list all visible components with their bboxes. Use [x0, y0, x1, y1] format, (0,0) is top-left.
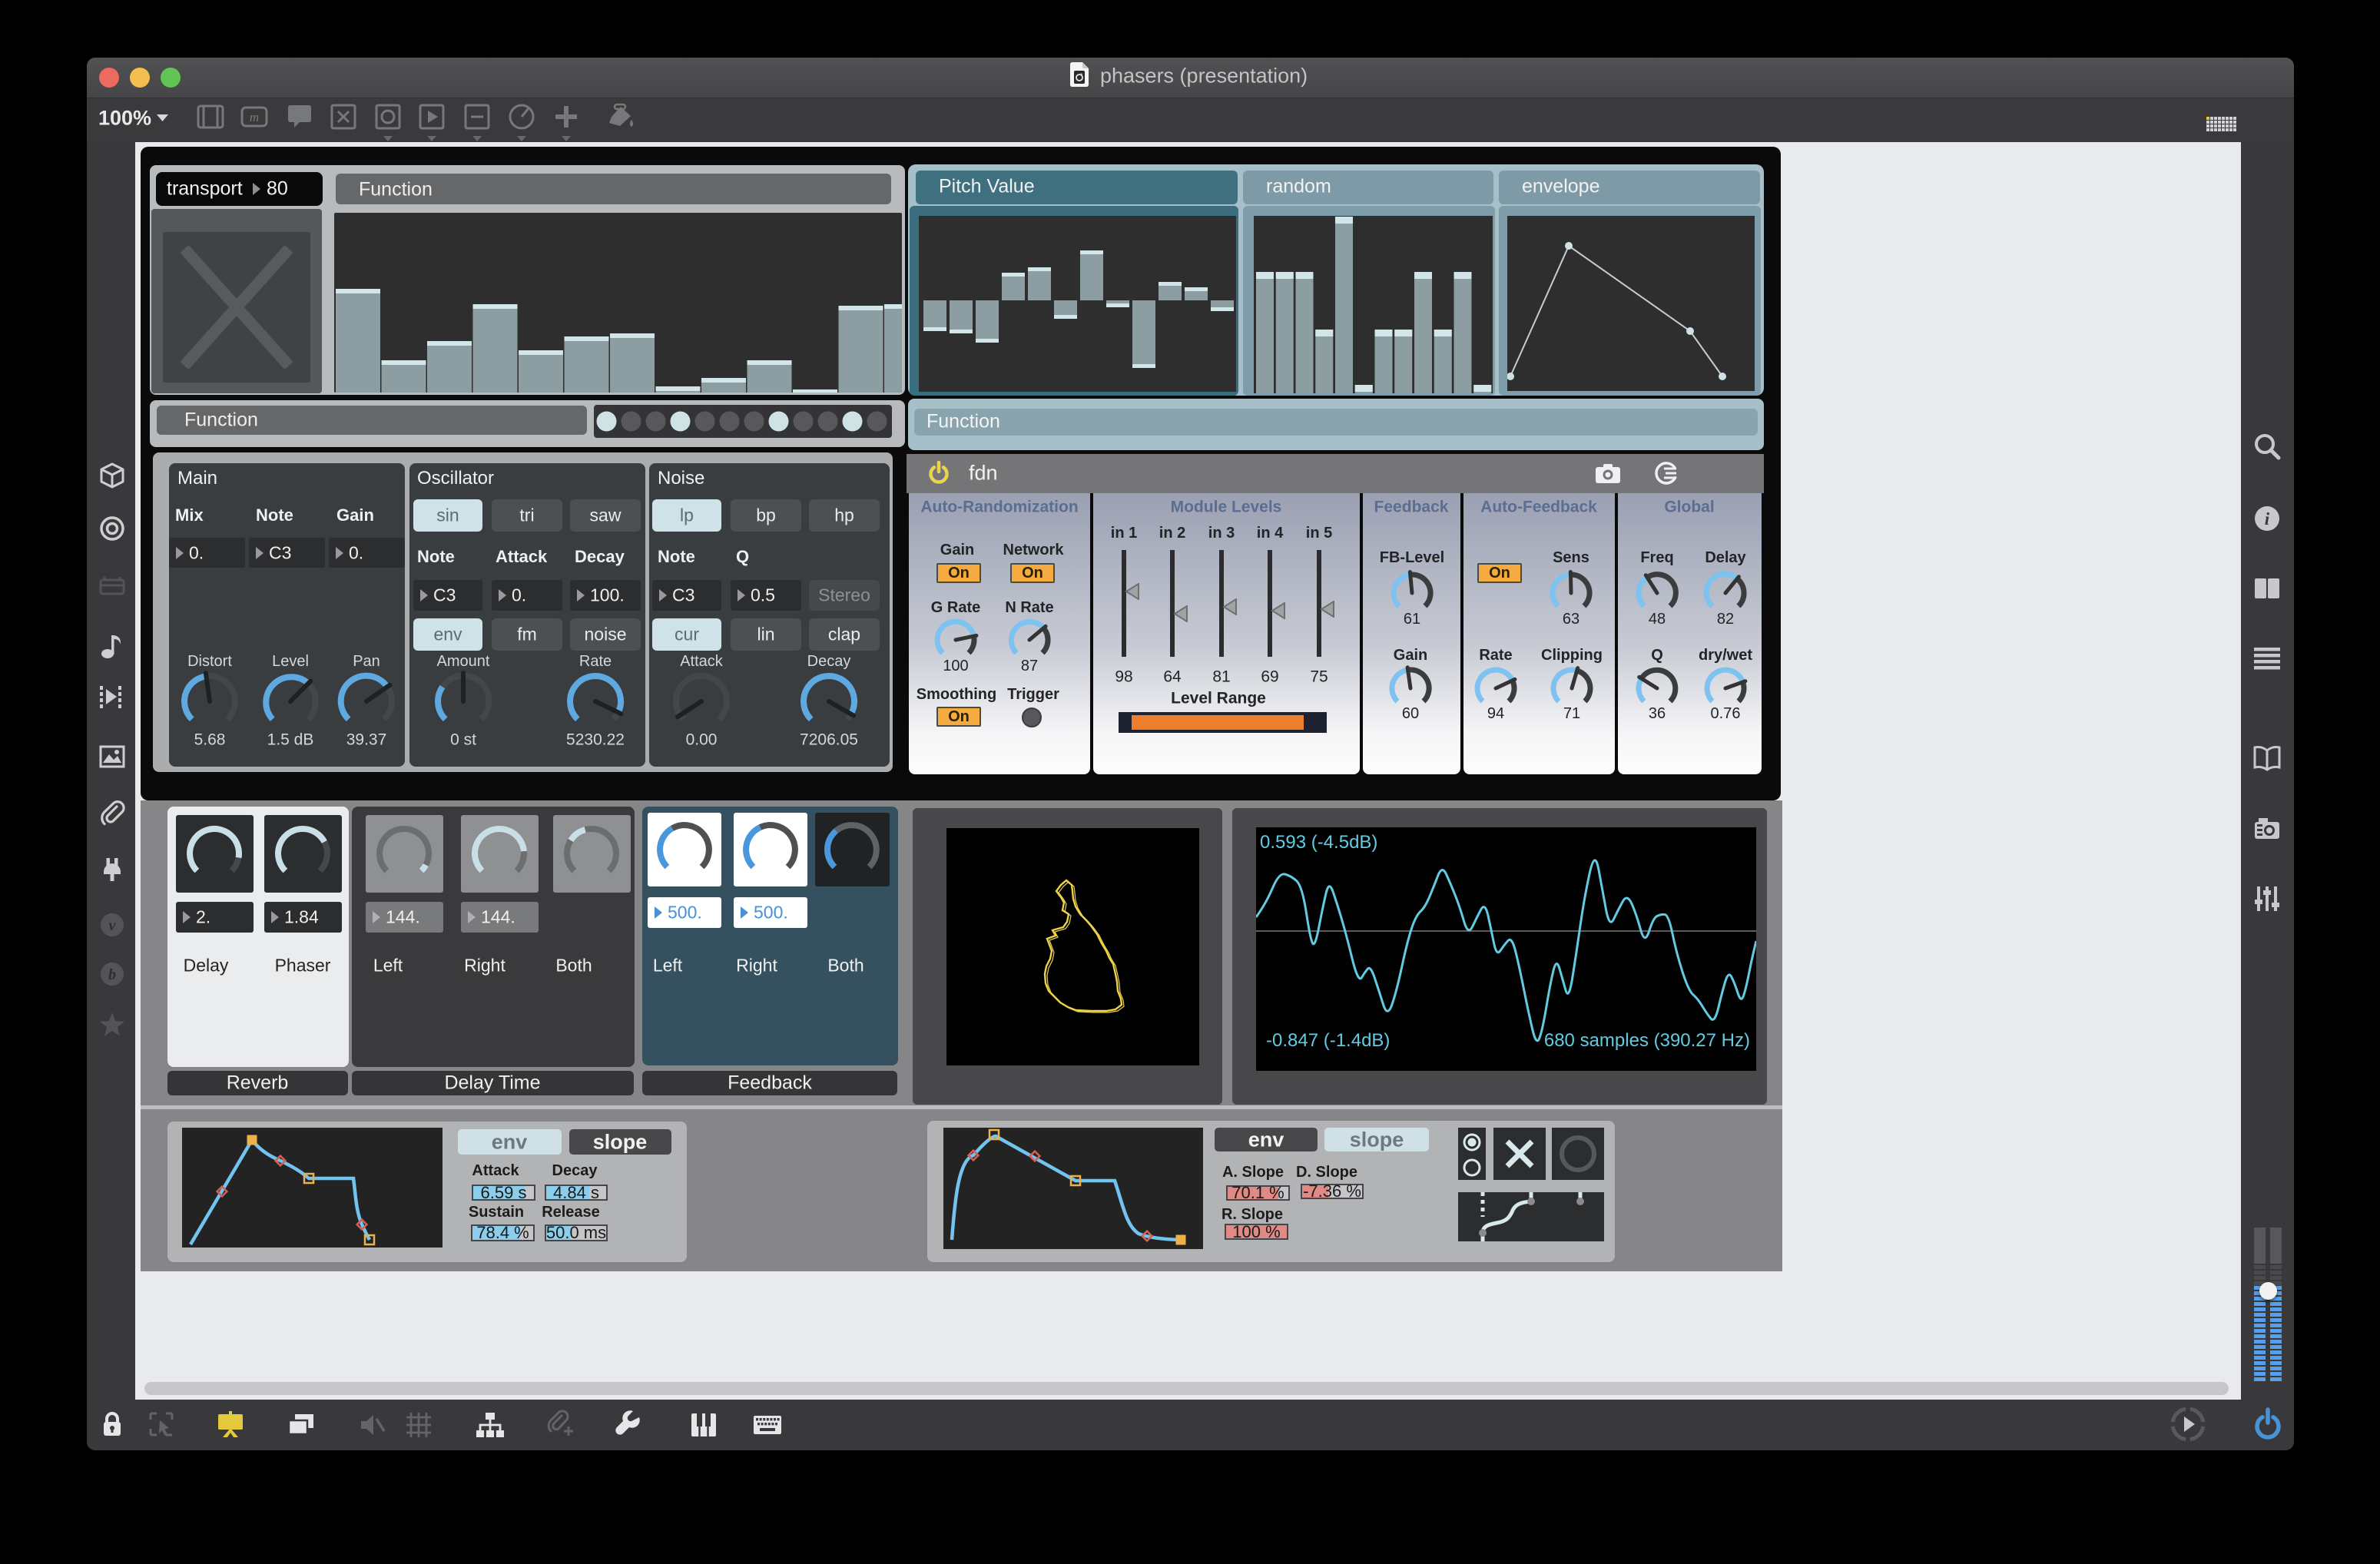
svg-text:b: b	[108, 966, 116, 983]
svg-text:v: v	[109, 917, 117, 934]
svg-text:i: i	[2265, 509, 2270, 529]
svg-text:m: m	[250, 110, 259, 124]
